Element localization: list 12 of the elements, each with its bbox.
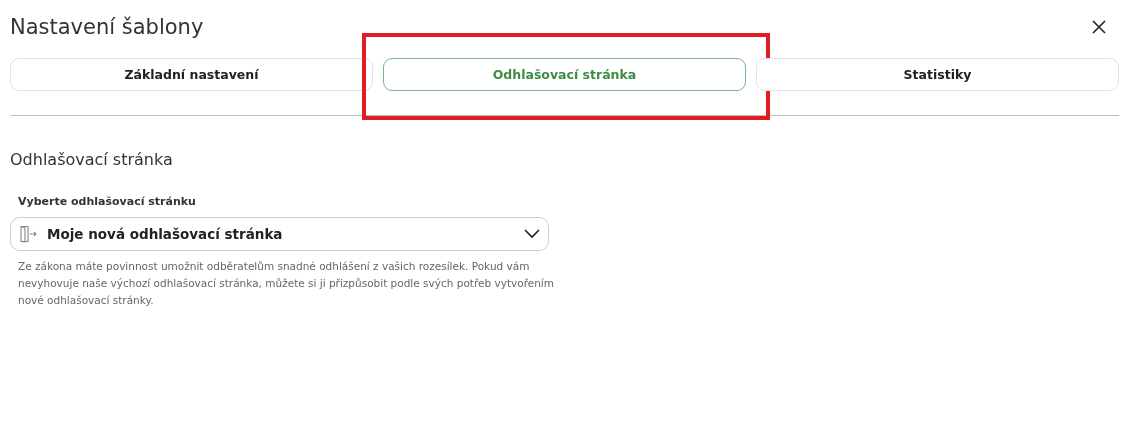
- window-title: Nastavení šablony: [10, 15, 204, 39]
- field-label: Vyberte odhlašovací stránku: [18, 195, 197, 208]
- door-exit-icon: [19, 225, 37, 243]
- section-title: Odhlašovací stránka: [10, 150, 174, 169]
- close-icon: [1092, 20, 1106, 34]
- tab[interactable]: Statistiky: [756, 58, 1119, 91]
- chevron-down-icon: [524, 229, 540, 239]
- help-text: Ze zákona máte povinnost umožnit odběratelům snadné odhlášení z vašich rozesílek. Pokud vám nevyhovuje naše výchozí odhlašovací stránka, můžete si ji přizpůsobit podle svých potřeb vytvořením nové odhlašovací stránky.: [18, 259, 556, 308]
- page-select[interactable]: Moje nová odhlašovací stránka: [10, 217, 549, 251]
- tab[interactable]: Odhlašovací stránka: [383, 58, 746, 91]
- tab[interactable]: Základní nastavení: [10, 58, 373, 91]
- select-value: Moje nová odhlašovací stránka: [47, 226, 284, 242]
